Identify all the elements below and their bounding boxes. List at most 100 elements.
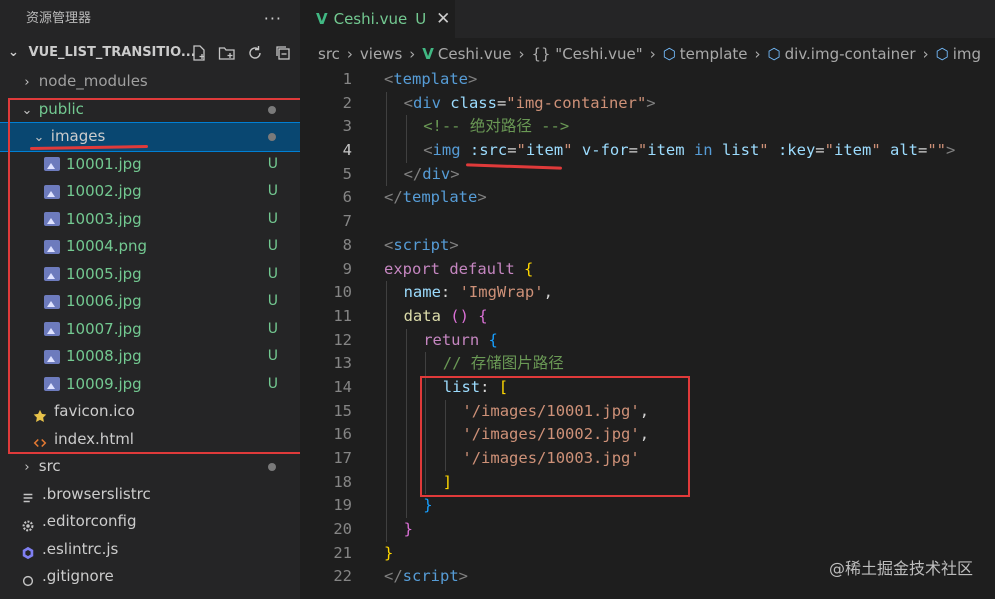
code-token: div bbox=[422, 164, 451, 183]
code-token: div bbox=[412, 93, 441, 112]
line-number: 3 bbox=[342, 117, 352, 136]
refresh-icon[interactable] bbox=[246, 44, 264, 62]
code-token: item bbox=[647, 141, 685, 160]
code-token: " bbox=[516, 141, 526, 160]
code-line: 12 return { bbox=[300, 328, 995, 353]
indent-guide bbox=[405, 375, 407, 400]
collapse-all-icon[interactable] bbox=[274, 44, 292, 62]
code-text: <template> bbox=[384, 68, 477, 92]
tree-item-eslintrc-js[interactable]: .eslintrc.js bbox=[0, 536, 300, 564]
breadcrumb-item[interactable]: div.img-container bbox=[785, 45, 916, 63]
breadcrumb-item[interactable]: src bbox=[318, 45, 340, 63]
tree-item-src[interactable]: › src bbox=[0, 453, 300, 481]
tree-item-label: .eslintrc.js bbox=[42, 539, 119, 558]
line-number: 18 bbox=[333, 472, 352, 491]
line-number: 22 bbox=[333, 567, 352, 586]
code-line: 5 </div> bbox=[300, 162, 995, 187]
more-actions-icon[interactable]: ··· bbox=[264, 0, 282, 38]
code-line: 4 <img :src="item" v-for="item in list" :… bbox=[300, 139, 995, 163]
lines-file-icon bbox=[20, 487, 36, 503]
tab-untracked-badge: U bbox=[415, 10, 427, 28]
gear-file-icon bbox=[20, 515, 36, 531]
indent-guide bbox=[386, 518, 387, 542]
chevron-right-icon: › bbox=[24, 460, 30, 475]
indent-guide bbox=[386, 328, 387, 353]
new-folder-icon[interactable] bbox=[218, 44, 236, 62]
tab-label: Ceshi.vue bbox=[333, 10, 408, 28]
code-token: item bbox=[525, 141, 564, 160]
explorer-title: 资源管理器 bbox=[26, 11, 92, 26]
code-token: <!-- 绝对路径 --> bbox=[423, 117, 570, 136]
code-token: > bbox=[646, 93, 656, 112]
line-number: 17 bbox=[333, 449, 352, 467]
breadcrumb-item[interactable]: template bbox=[680, 45, 748, 63]
tree-item-editorconfig[interactable]: .editorconfig bbox=[0, 508, 300, 536]
code-token: script bbox=[393, 235, 450, 254]
public-folder-highlight bbox=[8, 98, 300, 454]
breadcrumb-item[interactable]: img bbox=[953, 45, 981, 63]
tree-item-label: src bbox=[38, 457, 61, 475]
breadcrumb-item[interactable]: {} "Ceshi.vue" bbox=[531, 45, 642, 63]
indent-guide bbox=[405, 139, 407, 163]
code-token: default bbox=[449, 259, 515, 278]
code-text: </div> bbox=[404, 163, 460, 187]
line-number: 20 bbox=[333, 520, 352, 539]
code-token: = bbox=[918, 141, 928, 160]
tree-item-label: node_modules bbox=[38, 72, 148, 90]
code-token: < bbox=[384, 70, 394, 88]
breadcrumb-item[interactable]: views bbox=[360, 45, 402, 63]
code-token: // 存储图片路径 bbox=[442, 354, 564, 373]
tree-item-gitignore[interactable]: .gitignore bbox=[0, 563, 300, 591]
code-token: = bbox=[815, 141, 825, 160]
code-text: <div class="img-container"> bbox=[404, 92, 656, 116]
code-editor[interactable]: 1 <template> 2 <div class="img-container"> 3… bbox=[300, 68, 995, 589]
code-text: <script> bbox=[384, 234, 459, 258]
code-token: "img-container" bbox=[506, 93, 647, 112]
breadcrumb-item[interactable]: Ceshi.vue bbox=[438, 45, 512, 63]
code-token: 'ImgWrap' bbox=[459, 283, 544, 302]
code-line: 9 export default { bbox=[300, 258, 995, 282]
code-token: } bbox=[403, 520, 413, 539]
code-token: template bbox=[393, 70, 468, 88]
breadcrumb: src › views › V Ceshi.vue ›{} "Ceshi.vue" › ⬡ tem… bbox=[300, 38, 995, 70]
element-symbol-icon: ⬡ bbox=[767, 45, 781, 63]
line-number: 8 bbox=[342, 235, 352, 254]
indent-guide bbox=[405, 115, 407, 140]
watermark: @稀土掘金技术社区 bbox=[828, 559, 973, 578]
tree-item-node-modules[interactable]: › node_modules bbox=[0, 68, 300, 96]
tree-item-browserslistrc[interactable]: .browserslistrc bbox=[0, 481, 300, 509]
code-token: > bbox=[449, 235, 459, 254]
line-number: 21 bbox=[333, 543, 352, 562]
indent-guide bbox=[386, 281, 387, 305]
line-number: 14 bbox=[333, 377, 352, 396]
code-text: <img :src="item" v-for="item in list" :k… bbox=[423, 139, 955, 163]
code-token: return bbox=[423, 330, 480, 349]
project-folder-header[interactable]: ⌄ VUE_LIST_TRANSITIO... bbox=[0, 38, 300, 68]
code-token: " bbox=[871, 141, 881, 160]
editor-area: V Ceshi.vue U ✕ src › views › V Ceshi.vue ›{} "Ce… bbox=[300, 0, 995, 599]
line-number: 15 bbox=[333, 401, 352, 420]
code-token: () bbox=[450, 306, 469, 325]
chevron-down-icon: ⌄ bbox=[8, 45, 19, 60]
code-text: data () { bbox=[404, 305, 488, 329]
code-token: " bbox=[637, 141, 648, 160]
code-token: = bbox=[496, 93, 507, 112]
code-token: > bbox=[450, 164, 460, 183]
code-token: list bbox=[721, 141, 760, 160]
code-token: template bbox=[402, 188, 478, 207]
close-tab-icon[interactable]: ✕ bbox=[436, 9, 450, 29]
code-token: </ bbox=[403, 164, 423, 183]
new-file-icon[interactable] bbox=[190, 44, 208, 62]
element-symbol-icon: ⬡ bbox=[662, 45, 676, 63]
code-token: "" bbox=[927, 141, 947, 160]
tab-ceshi-vue[interactable]: V Ceshi.vue U ✕ bbox=[300, 0, 455, 38]
line-number: 10 bbox=[333, 283, 352, 302]
indent-guide bbox=[386, 423, 387, 447]
tree-item-label: .editorconfig bbox=[42, 512, 137, 530]
code-token: </ bbox=[384, 188, 403, 207]
